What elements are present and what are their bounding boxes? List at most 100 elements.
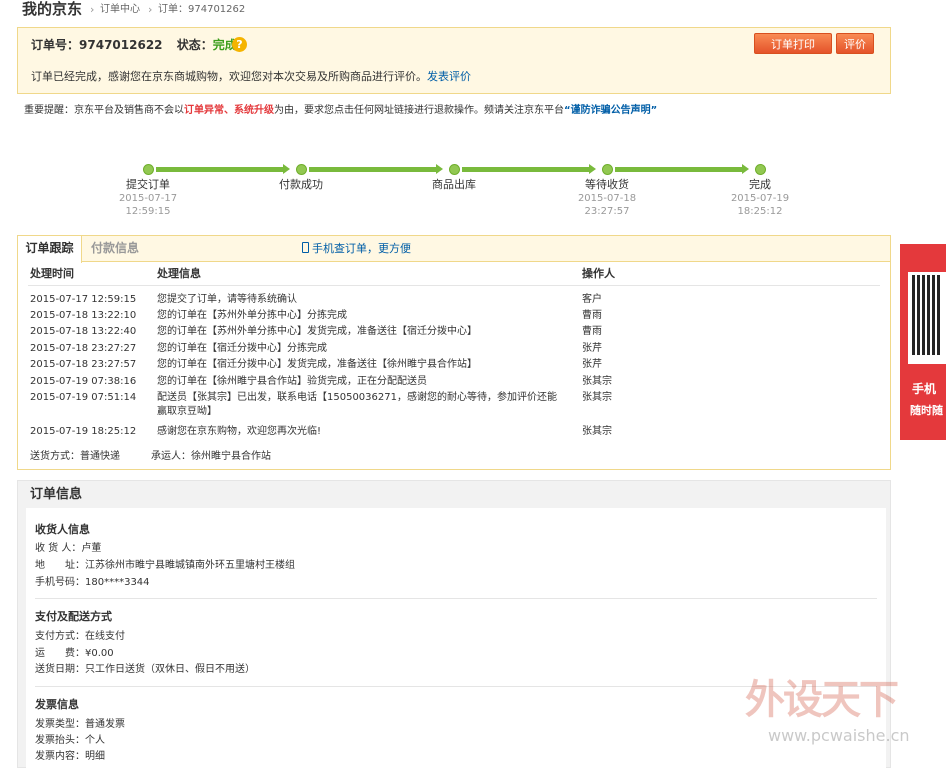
row-info: 配送员【张其宗】已出发，联系电话【15050036271，感谢您的耐心等待，参加…	[157, 392, 557, 403]
invoice-content-value: 明细	[85, 751, 105, 762]
tab-bar	[18, 236, 890, 262]
progress-arrow-4	[742, 164, 749, 174]
row-info: 您的订单在【徐州睢宁县合作站】验货完成，正在分配配送员	[157, 376, 427, 387]
step-dot-3	[449, 164, 460, 175]
step-date-submit: 2015-07-17	[118, 193, 178, 204]
step-dot-5	[755, 164, 766, 175]
phone-icon	[302, 242, 309, 253]
step-label-shipped: 商品出库	[432, 178, 476, 191]
notice-text: 重要提醒：京东平台及销售商不会以	[24, 105, 184, 116]
row-time: 2015-07-18 23:27:27	[30, 343, 137, 354]
invoice-content-label: 发票内容：	[35, 751, 85, 762]
tab-payment-info[interactable]: 付款信息	[82, 236, 148, 262]
payment-method-label: 支付方式：	[35, 631, 85, 642]
mobile-order-link[interactable]: 手机查订单，更方便	[302, 242, 411, 256]
row-time: 2015-07-19 07:51:14	[30, 392, 137, 403]
breadcrumb-separator: ›	[148, 3, 153, 16]
receiver-phone-value: 180****3344	[85, 577, 150, 588]
row-operator: 曹雨	[582, 310, 602, 321]
tab-order-tracking[interactable]: 订单跟踪	[18, 236, 82, 263]
receiver-address-label: 地 址：	[35, 560, 85, 571]
carrier-value: 徐州睢宁县合作站	[191, 451, 271, 462]
row-info: 您的订单在【宿迁分拨中心】发货完成，准备送往【徐州睢宁县合作站】	[157, 359, 477, 370]
step-time-submit: 12:59:15	[125, 206, 171, 217]
receiver-address: 地 址：江苏徐州市睢宁县睢城镇南外环五里塘村王楼组	[35, 559, 295, 572]
page-title[interactable]: 我的京东	[22, 0, 82, 18]
progress-bar-2	[309, 167, 437, 172]
write-review-link[interactable]: 发表评价	[427, 70, 471, 83]
header-divider	[28, 285, 880, 286]
step-dot-4	[602, 164, 613, 175]
row-info: 您的订单在【苏州外单分拣中心】分拣完成	[157, 310, 347, 321]
side-text-line1: 手机	[912, 382, 937, 396]
invoice-header-value: 个人	[85, 735, 105, 746]
shipping-fee-label: 运 费：	[35, 648, 85, 659]
row-operator: 客户	[582, 294, 602, 305]
payment-method-value: 在线支付	[85, 631, 125, 642]
order-message-text: 订单已经完成，感谢您在京东商城购物，欢迎您对本次交易及所购商品进行评价。	[31, 70, 427, 83]
order-info-title: 订单信息	[30, 487, 83, 502]
notice-text-middle: 为由，要求您点击任何网址链接进行退款操作。频请关注京东平台	[274, 105, 564, 116]
step-date-complete: 2015-07-19	[730, 193, 790, 204]
row-time: 2015-07-19 07:38:16	[30, 376, 137, 387]
invoice-type-value: 普通发票	[85, 719, 125, 730]
receiver-name-value: 卢董	[81, 543, 102, 554]
breadcrumb-item-order-center[interactable]: 订单中心	[100, 4, 140, 16]
shipping-fee: 运 费：¥0.00	[35, 647, 114, 660]
row-time: 2015-07-19 18:25:12	[30, 426, 137, 437]
row-operator: 张其宗	[582, 426, 612, 437]
row-operator: 张芹	[582, 343, 602, 354]
order-number-line: 订单号：9747012622 状态：完成	[31, 37, 237, 53]
help-icon[interactable]: ?	[232, 37, 247, 52]
row-info: 感谢您在京东购物，欢迎您再次光临!	[157, 426, 322, 437]
receiver-phone: 手机号码：180****3344	[35, 576, 150, 589]
order-status-label: 状态：	[176, 38, 213, 52]
step-date-awaiting: 2015-07-18	[577, 193, 637, 204]
receiver-phone-label: 手机号码：	[35, 577, 85, 588]
notice-highlight: 订单异常、系统升级	[184, 105, 274, 116]
step-dot-2	[296, 164, 307, 175]
row-time: 2015-07-18 23:27:57	[30, 359, 137, 370]
mobile-app-sidebar[interactable]: 手机 随时随	[900, 244, 946, 440]
watermark-logo: 外设天下	[745, 677, 899, 723]
breadcrumb-item-order: 订单：974701262	[158, 4, 246, 15]
receiver-address-value: 江苏徐州市睢宁县睢城镇南外环五里塘村王楼组	[85, 560, 295, 571]
order-summary-box: 订单号：9747012622 状态：完成 ? 订单打印 评价 订单已经完成，感谢…	[17, 27, 891, 94]
invoice-header-label: 发票抬头：	[35, 735, 85, 746]
shipping-method: 送货方式：普通快递	[30, 450, 120, 463]
delivery-date: 送货日期：只工作日送货（双休日、假日不用送）	[35, 663, 255, 676]
mobile-order-link-text: 手机查订单，更方便	[312, 242, 411, 255]
breadcrumb-separator: ›	[90, 3, 95, 16]
step-label-complete: 完成	[749, 178, 771, 191]
print-order-button[interactable]: 订单打印	[754, 33, 832, 54]
order-message: 订单已经完成，感谢您在京东商城购物，欢迎您对本次交易及所购商品进行评价。发表评价	[31, 70, 471, 84]
row-info: 您的订单在【苏州外单分拣中心】发货完成，准备送往【宿迁分拨中心】	[157, 326, 477, 337]
carrier-label: 承运人：	[151, 451, 191, 462]
shipping-fee-value: ¥0.00	[85, 648, 114, 659]
row-operator: 曹雨	[582, 326, 602, 337]
progress-bar-3	[462, 167, 590, 172]
row-operator: 张其宗	[582, 392, 612, 403]
side-text-line2: 随时随	[910, 404, 943, 417]
order-number: 9747012622	[79, 38, 163, 52]
step-label-paid: 付款成功	[279, 178, 323, 191]
fraud-notice-link[interactable]: “谨防诈骗公告声明”	[564, 105, 657, 116]
row-info-continued: 赢取京豆呦】	[157, 406, 217, 417]
delivery-date-value: 只工作日送货（双休日、假日不用送）	[85, 664, 255, 675]
payment-section-title: 支付及配送方式	[35, 610, 112, 623]
invoice-type: 发票类型：普通发票	[35, 718, 125, 731]
row-time: 2015-07-17 12:59:15	[30, 294, 137, 305]
tracking-panel: 订单跟踪 付款信息 手机查订单，更方便 处理时间 处理信息 操作人 2015-0…	[17, 235, 891, 470]
invoice-type-label: 发票类型：	[35, 719, 85, 730]
step-time-awaiting: 23:27:57	[584, 206, 630, 217]
row-time: 2015-07-18 13:22:10	[30, 310, 137, 321]
receiver-name: 收 货 人：卢董	[35, 542, 101, 555]
order-number-label: 订单号：	[31, 38, 80, 52]
review-button[interactable]: 评价	[836, 33, 874, 54]
watermark-url: www.pcwaishe.cn	[768, 726, 910, 745]
row-info: 您的订单在【宿迁分拨中心】分拣完成	[157, 343, 327, 354]
step-time-complete: 18:25:12	[737, 206, 783, 217]
qr-code	[908, 272, 946, 364]
step-label-submit: 提交订单	[126, 178, 170, 191]
payment-method: 支付方式：在线支付	[35, 630, 125, 643]
